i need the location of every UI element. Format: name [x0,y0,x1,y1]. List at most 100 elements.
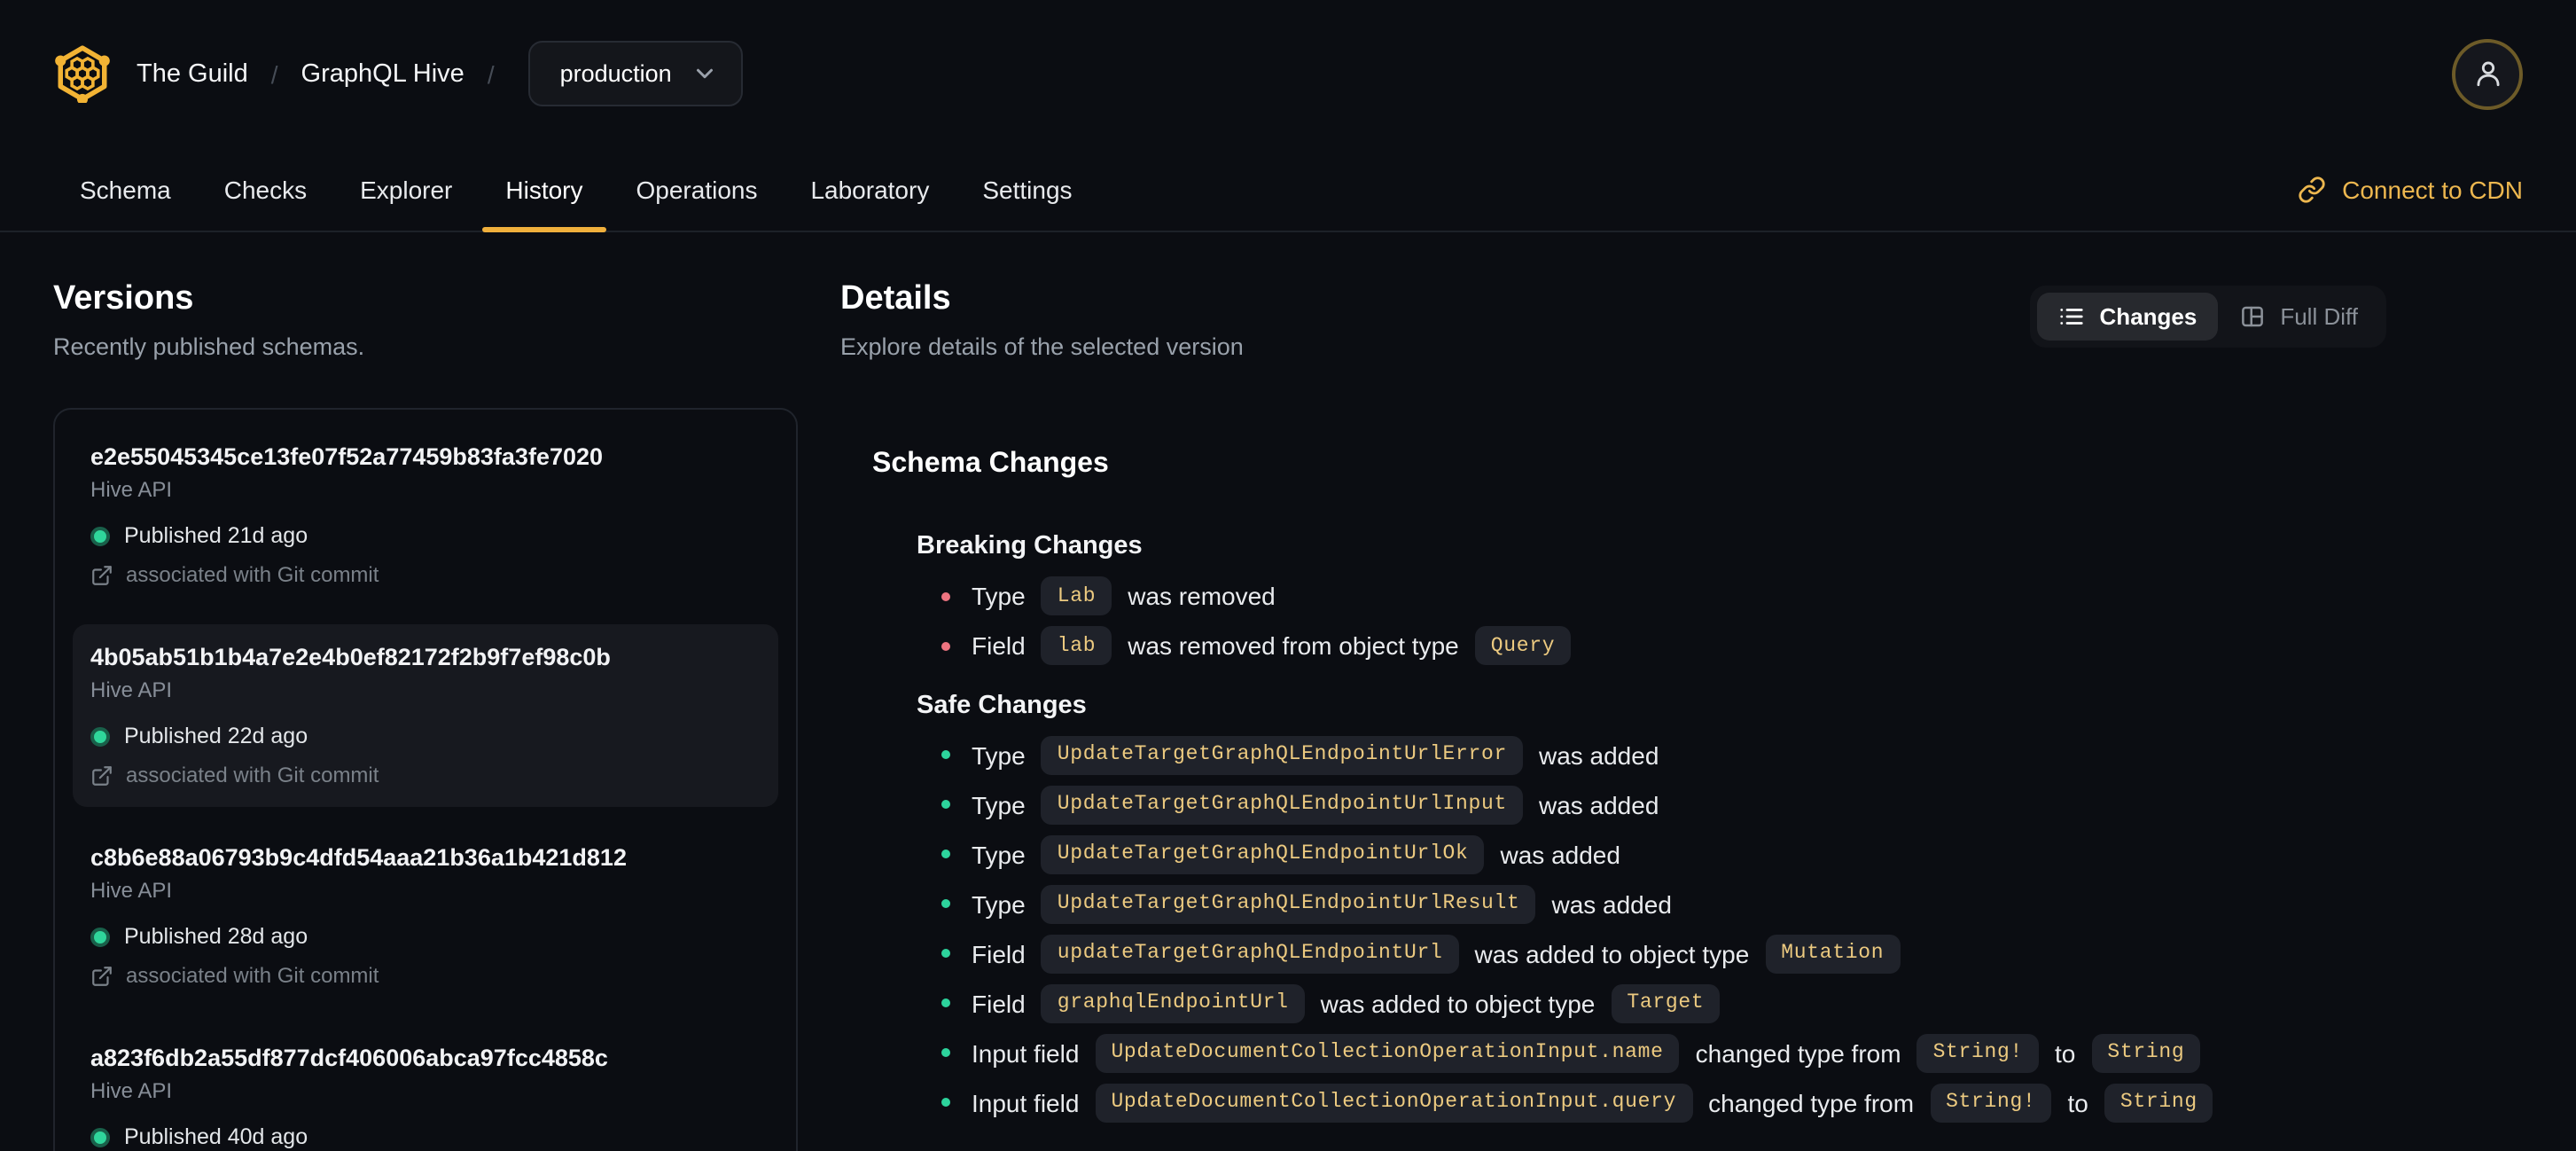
tab-explorer[interactable]: Explorer [337,147,475,231]
tab-schema[interactable]: Schema [57,147,194,231]
schema-changes-section: Schema Changes Breaking Changes Type Lab w… [840,445,2386,1123]
bullet-dot [941,591,950,601]
version-card[interactable]: 4b05ab51b1b4a7e2e4b0ef82172f2b9f7ef98c0b… [73,624,778,807]
version-card[interactable]: c8b6e88a06793b9c4dfd54aaa21b36a1b421d812… [73,825,778,1007]
breaking-changes-group: Breaking Changes Type Lab was removed Fiel… [872,530,2386,666]
header: The Guild / GraphQL Hive / production Sc… [0,0,2576,232]
change-item: Type UpdateTargetGraphQLEndpointUrlInput w… [941,785,2386,825]
breadcrumb-project[interactable]: GraphQL Hive [301,59,464,88]
breaking-changes-title: Breaking Changes [917,532,1143,560]
list-icon [2059,303,2086,330]
change-text: Type UpdateTargetGraphQLEndpointUrlResult… [972,884,1672,924]
code-badge: String [2104,1083,2213,1123]
published-dot [90,527,110,546]
version-card[interactable]: a823f6db2a55df877dcf406006abca97fcc4858c… [73,1025,778,1151]
change-text: Field graphqlEndpointUrl was added to obje… [972,983,1721,1023]
hive-logo-icon[interactable] [53,44,112,103]
tab-settings[interactable]: Settings [959,147,1095,231]
code-badge: UpdateTargetGraphQLEndpointUrlInput [1041,785,1523,825]
change-text-part: Type [972,840,1026,869]
change-text-part: to [2055,1038,2076,1068]
connect-to-cdn-label: Connect to CDN [2342,175,2523,203]
git-commit-link[interactable]: associated with Git commit [90,961,761,990]
breadcrumb-separator: / [487,59,495,88]
versions-subtitle: Recently published schemas. [53,333,365,360]
version-card[interactable]: e2e55045345ce13fe07f52a77459b83fa3fe7020… [73,424,778,607]
columns-icon [2239,303,2266,330]
details-header: Details Explore details of the selected … [840,232,2386,364]
change-text-part: Type [972,889,1026,919]
published-text: Published 21d ago [124,523,308,548]
tab-operations[interactable]: Operations [613,147,781,231]
change-text-part: was added [1551,889,1672,919]
change-text-part: was added to object type [1474,939,1750,968]
version-published: Published 40d ago [90,1123,761,1151]
change-item: Field lab was removed from object type Quer… [941,626,2386,666]
change-text-part: Field [972,631,1026,661]
version-hash: e2e55045345ce13fe07f52a77459b83fa3fe7020 [90,443,604,470]
change-text-part: was added [1538,790,1659,819]
full-diff-view-button[interactable]: Full Diff [2218,293,2379,341]
published-dot [90,1128,110,1147]
code-badge: lab [1041,626,1112,666]
changes-view-button[interactable]: Changes [2037,293,2219,341]
schema-changes-title: Schema Changes [872,449,1109,479]
change-text-part: Type [972,582,1026,611]
version-hash: 4b05ab51b1b4a7e2e4b0ef82172f2b9f7ef98c0b [90,644,611,670]
user-menu-button[interactable] [2452,38,2523,109]
bullet-dot [941,641,950,651]
change-item: Type UpdateTargetGraphQLEndpointUrlOk was … [941,834,2386,874]
tab-laboratory[interactable]: Laboratory [787,147,952,231]
versions-panel: Versions Recently published schemas. e2e… [53,232,798,1151]
git-commit-link[interactable]: associated with Git commit [90,761,761,789]
code-badge: Mutation [1765,934,1901,974]
version-service: Hive API [90,1078,173,1103]
change-text-part: was removed from object type [1128,631,1459,661]
change-item: Input field UpdateDocumentCollectionOpera… [941,1083,2386,1123]
version-service: Hive API [90,477,173,502]
change-text-part: Field [972,939,1026,968]
change-item: Type UpdateTargetGraphQLEndpointUrlResult… [941,884,2386,924]
bullet-dot [941,850,950,859]
code-badge: UpdateDocumentCollectionOperationInput.q… [1095,1083,1693,1123]
version-hash: c8b6e88a06793b9c4dfd54aaa21b36a1b421d812 [90,844,627,871]
bullet-dot [941,750,950,760]
main-content: Versions Recently published schemas. e2e… [0,232,2576,1151]
target-selector[interactable]: production [527,41,743,106]
external-link-icon [90,763,113,787]
bullet-dot [941,998,950,1008]
change-text-part: was added [1538,740,1659,770]
code-badge: String! [1930,1083,2052,1123]
change-text-part: was removed [1128,582,1276,611]
external-link-icon [90,964,113,987]
connect-to-cdn-link[interactable]: Connect to CDN [2298,147,2523,231]
tab-checks[interactable]: Checks [201,147,330,231]
version-hash: a823f6db2a55df877dcf406006abca97fcc4858c [90,1045,608,1071]
full-diff-view-label: Full Diff [2280,303,2358,330]
nav-tabs: Schema Checks Explorer History Operations Lab… [53,147,1099,232]
code-badge: UpdateDocumentCollectionOperationInput.n… [1095,1033,1680,1073]
target-selector-value: production [559,60,672,87]
breaking-changes-list: Type Lab was removed Field lab was removed f… [917,576,2386,666]
code-badge: String [2091,1033,2201,1073]
change-text-part: changed type from [1708,1088,1915,1117]
safe-changes-group: Safe Changes Type UpdateTargetGraphQLEndp… [872,689,2386,1123]
code-badge: Target [1611,983,1721,1023]
details-panel: Details Explore details of the selected … [840,232,2386,1123]
link-icon [2298,175,2326,203]
published-text: Published 22d ago [124,724,308,748]
change-item: Type UpdateTargetGraphQLEndpointUrlError w… [941,735,2386,775]
chevron-down-icon [691,60,718,87]
tabs-row: Schema Checks Explorer History Operations Lab… [0,147,2576,232]
published-dot [90,928,110,947]
change-text-part: Input field [972,1038,1080,1068]
change-text: Type UpdateTargetGraphQLEndpointUrlOk was … [972,834,1620,874]
versions-title: Versions [53,280,194,317]
user-icon [2471,57,2504,90]
bullet-dot [941,800,950,810]
tab-history[interactable]: History [482,147,605,232]
change-text-part: Input field [972,1088,1080,1117]
changes-view-label: Changes [2099,303,2197,330]
breadcrumb-org[interactable]: The Guild [137,59,248,88]
git-commit-link[interactable]: associated with Git commit [90,560,761,589]
